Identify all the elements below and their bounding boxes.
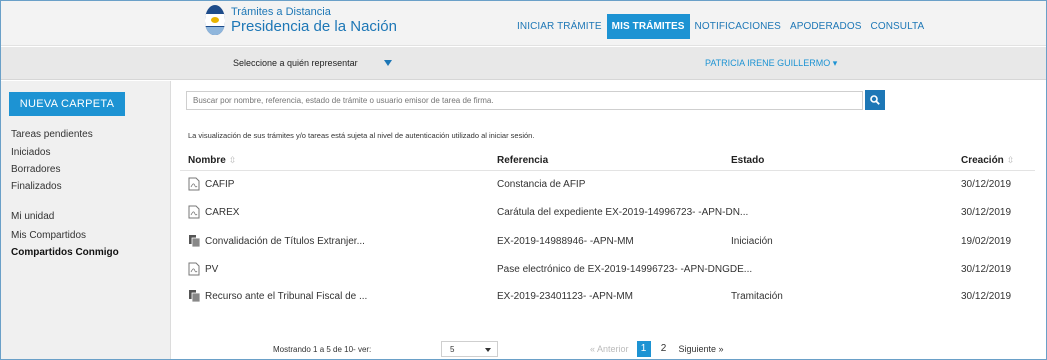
table-row[interactable]: CAFIP Constancia de AFIP 30/12/2019	[180, 177, 1035, 207]
column-header-status: Estado	[731, 155, 765, 166]
represent-select-label[interactable]: Seleccione a quién representar	[233, 58, 358, 68]
sort-icon: ⇳	[1006, 155, 1015, 165]
copy-icon	[189, 290, 201, 303]
represent-bar: Seleccione a quién representar PATRICIA …	[1, 47, 1046, 80]
page-1-button[interactable]: 1	[636, 341, 651, 357]
row-reference: Constancia de AFIP	[497, 179, 586, 190]
search-input[interactable]	[186, 91, 863, 110]
new-folder-button[interactable]: NUEVA CARPETA	[9, 92, 125, 116]
table-row[interactable]: CAREX Carátula del expediente EX-2019-14…	[180, 205, 1035, 235]
page-size-value: 5	[450, 345, 455, 354]
page-2-button[interactable]: 2	[657, 341, 671, 357]
pdf-icon	[188, 205, 200, 219]
column-header-created[interactable]: Creación ⇳	[961, 155, 1014, 166]
nav-apoderados[interactable]: APODERADOS	[786, 15, 866, 38]
nav-consulta[interactable]: CONSULTA	[867, 15, 929, 38]
chevron-down-icon[interactable]	[384, 60, 392, 66]
sort-icon: ⇳	[228, 155, 237, 165]
sidebar-item-mi-unidad[interactable]: Mi unidad	[11, 211, 54, 222]
table-row[interactable]: Convalidación de Títulos Extranjer... EX…	[180, 235, 1035, 264]
row-created: 19/02/2019	[961, 236, 1012, 247]
copy-icon	[189, 235, 201, 248]
sidebar-item-mis-compartidos[interactable]: Mis Compartidos	[11, 230, 86, 241]
sidebar-item-iniciados[interactable]: Iniciados	[11, 147, 50, 158]
search-icon	[870, 95, 880, 105]
pagination: « Anterior 1 2 Siguiente »	[590, 341, 724, 357]
nav-mis-tramites[interactable]: MIS TRÁMITES	[606, 14, 690, 39]
table-row[interactable]: PV Pase electrónico de EX-2019-14996723-…	[180, 262, 1035, 292]
row-reference: EX-2019-23401123- -APN-MM	[497, 291, 633, 302]
row-created: 30/12/2019	[961, 264, 1012, 275]
next-page-link[interactable]: Siguiente »	[679, 344, 724, 354]
row-reference: Pase electrónico de EX-2019-14996723- -A…	[497, 264, 753, 275]
sidebar: NUEVA CARPETA Tareas pendientes Iniciado…	[1, 81, 171, 359]
chevron-down-icon	[485, 348, 491, 352]
brand-line2: Presidencia de la Nación	[231, 17, 397, 35]
table-row[interactable]: Recurso ante el Tribunal Fiscal de ... E…	[180, 290, 1035, 319]
row-name[interactable]: Recurso ante el Tribunal Fiscal de ...	[205, 291, 367, 302]
brand-line1: Trámites a Distancia	[231, 5, 331, 18]
sidebar-item-borradores[interactable]: Borradores	[11, 164, 60, 175]
header-divider	[180, 170, 1035, 171]
row-reference: Carátula del expediente EX-2019-14996723…	[497, 207, 749, 218]
pdf-icon	[188, 262, 200, 276]
row-name[interactable]: CAFIP	[205, 179, 234, 190]
showing-count: Mostrando 1 a 5 de 10- ver:	[273, 345, 372, 354]
pdf-icon	[188, 177, 200, 191]
national-shield-icon	[205, 5, 225, 35]
sidebar-item-tareas-pendientes[interactable]: Tareas pendientes	[11, 129, 93, 140]
row-status: Iniciación	[731, 236, 773, 247]
nav-notificaciones[interactable]: NOTIFICACIONES	[691, 15, 785, 38]
row-name[interactable]: CAREX	[205, 207, 239, 218]
row-created: 30/12/2019	[961, 291, 1012, 302]
page-size-select[interactable]: 5	[441, 341, 498, 357]
column-header-name[interactable]: Nombre ⇳	[188, 155, 236, 166]
row-name[interactable]: PV	[205, 264, 218, 275]
site-logo[interactable]: Trámites a Distancia Presidencia de la N…	[205, 5, 397, 35]
row-name[interactable]: Convalidación de Títulos Extranjer...	[205, 236, 365, 247]
row-reference: EX-2019-14988946- -APN-MM	[497, 236, 634, 247]
sidebar-item-finalizados[interactable]: Finalizados	[11, 181, 62, 192]
auth-notice: La visualización de sus trámites y/o tar…	[188, 131, 535, 140]
top-header: Trámites a Distancia Presidencia de la N…	[1, 1, 1046, 46]
row-created: 30/12/2019	[961, 207, 1012, 218]
column-header-reference: Referencia	[497, 155, 549, 166]
row-status: Tramitación	[731, 291, 783, 302]
prev-page-link[interactable]: « Anterior	[590, 344, 629, 354]
row-created: 30/12/2019	[961, 179, 1012, 190]
main-nav: INICIAR TRÁMITE MIS TRÁMITES NOTIFICACIO…	[513, 14, 929, 39]
user-menu[interactable]: PATRICIA IRENE GUILLERMO ▾	[705, 58, 837, 69]
search-button[interactable]	[865, 90, 885, 110]
nav-iniciar-tramite[interactable]: INICIAR TRÁMITE	[513, 15, 606, 38]
sidebar-item-compartidos-conmigo[interactable]: Compartidos Conmigo	[11, 247, 119, 258]
